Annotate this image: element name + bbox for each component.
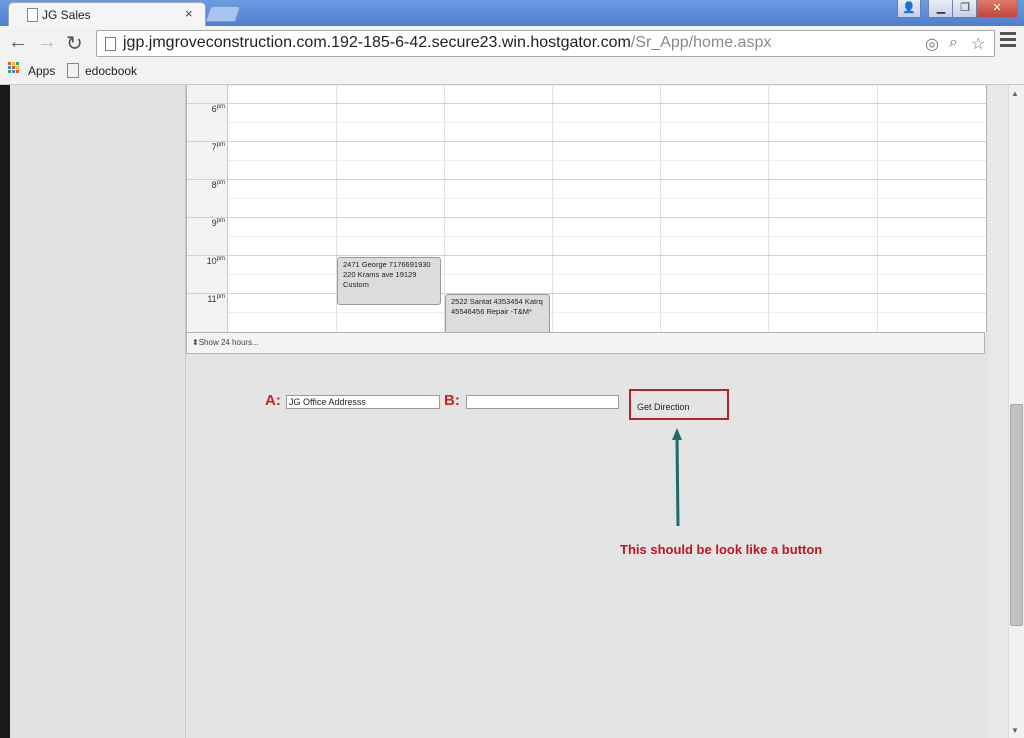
hour-line [187, 217, 986, 218]
event-line: 2471 George 7176691930 [343, 260, 431, 269]
page-icon [105, 37, 116, 51]
calendar-event[interactable]: 2471 George 7176691930 220 Krams ave 191… [337, 257, 441, 305]
close-window-button[interactable]: ✕ [976, 0, 1018, 18]
half-hour-line [228, 122, 986, 123]
reload-icon[interactable]: ↻ [66, 31, 83, 56]
bookmarks-bar: Apps edocbook [0, 60, 1024, 85]
label-b: B: [444, 392, 460, 409]
left-panel [10, 85, 186, 738]
hour-label: 10pm [206, 256, 225, 266]
event-line: 45546456 Repair -T&M* [451, 307, 532, 316]
apps-icon[interactable] [8, 62, 20, 74]
annotation-note: This should be look like a button [620, 542, 823, 557]
hour-label: 6pm [211, 104, 225, 114]
browser-titlebar: JG Sales × 👤 ▁ ❐ ✕ [0, 0, 1024, 27]
minimize-button[interactable]: ▁ [928, 0, 954, 18]
label-a: A: [265, 392, 281, 409]
scrollbar-thumb[interactable] [1010, 404, 1023, 626]
tab-close-icon[interactable]: × [185, 6, 193, 21]
hour-line [187, 293, 986, 294]
show-24-hours-toggle[interactable]: ⬍Show 24 hours... [192, 338, 259, 347]
tab-title: JG Sales [42, 8, 91, 22]
page-icon [27, 8, 38, 22]
search-icon[interactable]: ⌕ [949, 34, 958, 52]
bookmark-edocbook[interactable]: edocbook [85, 64, 137, 78]
calendar-day-view: 6pm 7pm 8pm 9pm 10pm 11pm 2471 George 71… [186, 85, 987, 332]
browser-toolbar: ← → ↻ jgp.jmgroveconstruction.com.192-18… [0, 26, 1024, 60]
hour-label: 8pm [211, 180, 225, 190]
page-left-edge [0, 85, 10, 738]
forward-icon[interactable]: → [37, 31, 57, 54]
url-text[interactable]: jgp.jmgroveconstruction.com.192-185-6-42… [123, 34, 771, 52]
new-tab-button[interactable] [205, 6, 241, 22]
bookmark-apps[interactable]: Apps [28, 64, 55, 78]
half-hour-line [228, 312, 986, 313]
get-direction-button[interactable]: Get Direction [629, 389, 729, 420]
calendar-event[interactable]: 2522 Santat 4353454 Katrq 45546456 Repai… [445, 294, 550, 332]
right-margin [988, 85, 1008, 738]
hour-line [187, 141, 986, 142]
event-line: Custom [343, 280, 369, 289]
half-hour-line [228, 236, 986, 237]
menu-icon[interactable] [1000, 32, 1016, 50]
star-icon[interactable]: ☆ [971, 34, 985, 54]
restore-button[interactable]: ❐ [952, 0, 978, 18]
hour-line [187, 179, 986, 180]
scroll-down-icon[interactable]: ▼ [1011, 726, 1019, 735]
address-b-input[interactable] [466, 395, 619, 409]
address-a-input[interactable] [286, 395, 440, 409]
annotation-arrow-icon [672, 428, 682, 527]
event-line: 220 Krams ave 19129 [343, 270, 417, 279]
event-line: 2522 Santat 4353454 Katrq [451, 297, 543, 306]
hour-label: 9pm [211, 218, 225, 228]
half-hour-line [228, 198, 986, 199]
user-icon[interactable]: 👤 [897, 0, 921, 18]
hour-label: 7pm [211, 142, 225, 152]
address-bar[interactable]: jgp.jmgroveconstruction.com.192-185-6-42… [96, 30, 995, 57]
scroll-up-icon[interactable]: ▲ [1011, 89, 1019, 98]
hour-line [187, 103, 986, 104]
page-icon [67, 63, 79, 78]
calendar-footer: ⬍Show 24 hours... [186, 332, 985, 354]
half-hour-line [228, 160, 986, 161]
hour-line [187, 255, 986, 256]
browser-tab[interactable]: JG Sales × [8, 2, 206, 27]
half-hour-line [228, 85, 986, 86]
back-icon[interactable]: ← [8, 31, 28, 54]
hour-label: 11pm [207, 294, 225, 304]
location-icon[interactable]: ◎ [925, 34, 939, 54]
